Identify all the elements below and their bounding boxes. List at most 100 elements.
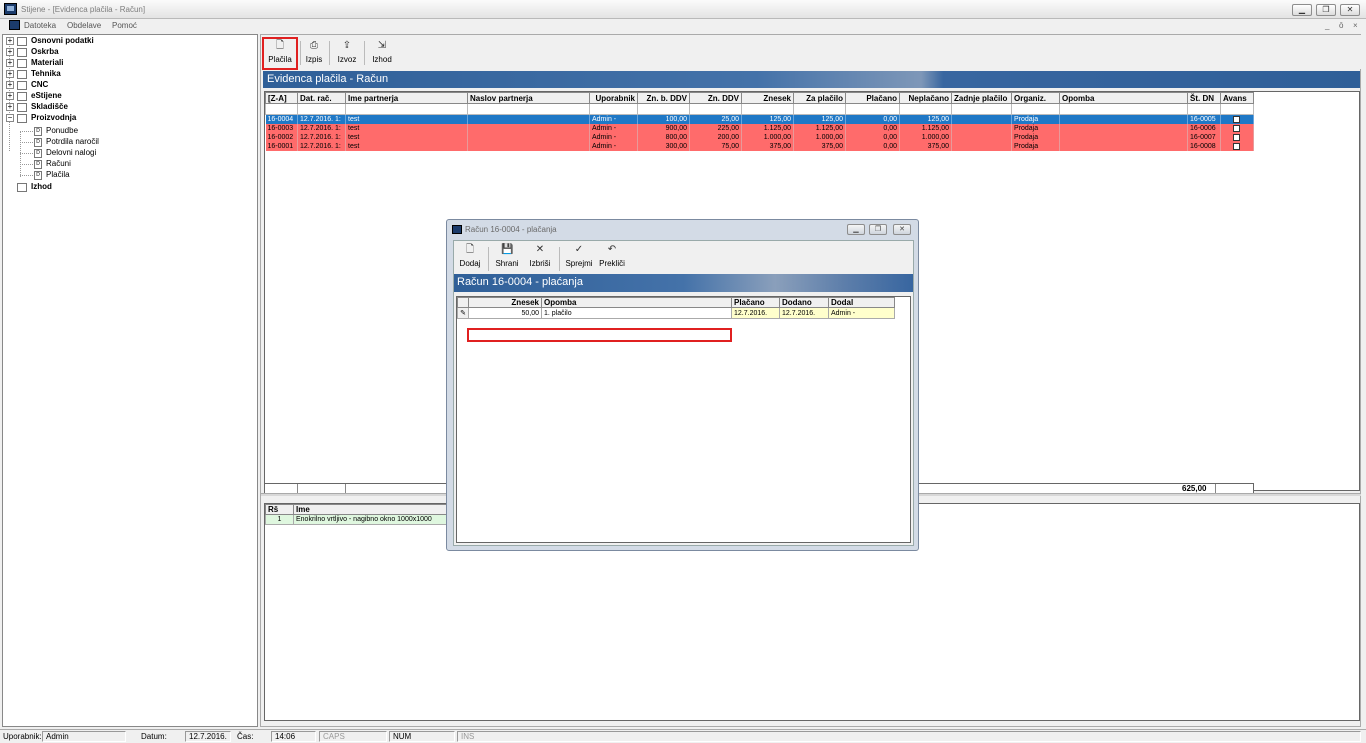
dialog-toolbar: 🗋 Dodaj 💾 Shrani ✕ Izbriši ✓ Sprejmi ↶ P… [454,241,913,273]
column-header[interactable]: Opomba [541,297,732,308]
znesek-cell[interactable]: 50,00 [468,307,542,319]
dialog-titlebar[interactable]: Račun 16-0004 - plačanja ▁ ❐ ✕ [447,220,918,239]
preklici-button[interactable]: ↶ Prekliči [596,242,628,272]
shrani-button[interactable]: 💾 Shrani [493,242,521,272]
filter-cell[interactable] [689,103,742,115]
filter-cell[interactable] [265,103,298,115]
document-icon: D [34,127,42,136]
menu-pomoc[interactable]: Pomoć [112,21,137,30]
filter-cell[interactable] [589,103,638,115]
dialog-minimize-button[interactable]: ▁ [847,224,865,235]
user-label: Uporabnik: [3,732,42,741]
sprejmi-button[interactable]: ✓ Sprejmi [563,242,595,272]
filter-cell[interactable] [1220,103,1254,115]
grid-header: [Z-A] Dat. rač. Ime partnerja Naslov par… [265,92,1254,104]
filter-cell[interactable] [637,103,690,115]
mdi-restore-button[interactable]: ō [1339,21,1343,30]
avans-checkbox[interactable] [1233,142,1240,150]
restore-button[interactable]: ❐ [1316,4,1336,16]
menu-obdelave[interactable]: Obdelave [67,21,101,30]
document-icon: D [34,171,42,180]
column-header[interactable]: Rš [265,504,294,515]
payment-row[interactable]: ✎ 50,00 1. plačilo 12.7.2016. 12.7.2016.… [457,307,895,319]
column-header[interactable]: Organiz. [1011,92,1060,104]
column-header[interactable]: Naslov partnerja [467,92,590,104]
filter-cell[interactable] [467,103,590,115]
filter-row[interactable] [265,103,1254,115]
column-header[interactable]: Opomba [1059,92,1188,104]
column-header[interactable]: Ime partnerja [345,92,468,104]
window-title: Stijene - [Evidenca plačila - Račun] [21,5,146,14]
filter-cell[interactable] [345,103,468,115]
placila-highlight [262,37,298,70]
expand-icon[interactable]: + [6,81,14,89]
column-header[interactable]: Št. DN [1187,92,1221,104]
filter-cell[interactable] [1187,103,1221,115]
document-icon: D [34,138,42,147]
edit-pencil-icon: ✎ [457,307,469,319]
column-header[interactable]: Neplačano [899,92,952,104]
table-row[interactable]: 16-0003 12.7.2016. 1: test Admin -900,00 … [265,124,1254,133]
table-row[interactable]: 16-0002 12.7.2016. 1: test Admin -800,00 … [265,133,1254,142]
column-header[interactable]: Plačano [845,92,900,104]
filter-cell[interactable] [297,103,346,115]
menu-datoteka[interactable]: Datoteka [24,21,56,30]
app-icon [452,225,462,234]
folder-icon [17,183,27,192]
minimize-button[interactable]: ▁ [1292,4,1312,16]
column-header[interactable]: Avans [1220,92,1254,104]
folder-icon [17,59,27,68]
column-header[interactable]: Dat. rač. [297,92,346,104]
avans-checkbox[interactable] [1233,124,1240,132]
avans-checkbox[interactable] [1233,133,1240,141]
dodaj-button[interactable]: 🗋 Dodaj [456,242,484,272]
expand-icon[interactable]: + [6,59,14,67]
filter-cell[interactable] [899,103,952,115]
expand-icon[interactable]: + [6,37,14,45]
payments-table: Znesek Opomba Plačano Dodano Dodal ✎ 50,… [457,297,895,319]
expand-icon[interactable]: + [6,70,14,78]
filter-cell[interactable] [793,103,846,115]
dialog-restore-button[interactable]: ❐ [869,224,887,235]
column-header[interactable]: [Z-A] [265,92,298,104]
column-header[interactable]: Dodano [779,297,829,308]
table-row[interactable]: 16-0004 12.7.2016. 1: test Admin -100,00 … [265,114,1254,124]
filter-cell[interactable] [1059,103,1188,115]
dialog-close-button[interactable]: ✕ [893,224,911,235]
column-header[interactable]: Zn. b. DDV [637,92,690,104]
filter-cell[interactable] [845,103,900,115]
column-header[interactable]: Za plačilo [793,92,846,104]
expand-icon[interactable]: + [6,48,14,56]
folder-icon [17,92,27,101]
avans-checkbox[interactable] [1233,115,1240,123]
document-icon: D [34,149,42,158]
column-header[interactable]: Znesek [741,92,794,104]
expand-icon[interactable]: + [6,103,14,111]
expand-icon[interactable]: + [6,92,14,100]
izpis-button[interactable]: ⎙ Izpis [303,38,325,68]
table-row[interactable]: 16-0001 12.7.2016. 1: test Admin -300,00 … [265,142,1254,151]
table-row[interactable]: 1 Enokrilno vrtljivo - nagibno okno 1000… [265,514,454,525]
time-value: 14:06 [271,731,316,742]
filter-cell[interactable] [951,103,1012,115]
column-header[interactable]: Uporabnik [589,92,638,104]
opomba-cell[interactable]: 1. plačilo [541,307,732,319]
izvoz-button[interactable]: ⇪ Izvoz [334,38,360,68]
mdi-close-button[interactable]: × [1353,21,1358,30]
filter-cell[interactable] [1011,103,1060,115]
column-header[interactable]: Znesek [468,297,542,308]
column-header[interactable]: Plačano [731,297,780,308]
izbrisi-button[interactable]: ✕ Izbriši [526,242,554,272]
mdi-minimize-button[interactable]: _ [1325,21,1329,30]
placano-cell[interactable]: 12.7.2016. [731,307,780,319]
column-header[interactable]: Zn. DDV [689,92,742,104]
column-header[interactable]: Ime [293,504,454,515]
page-title: Evidenca plačila - Račun [267,73,389,85]
izhod-button[interactable]: ⇲ Izhod [368,38,396,68]
collapse-icon[interactable]: − [6,114,14,122]
status-bar: Uporabnik: Admin Datum: 12.7.2016. Čas: … [0,729,1366,743]
column-header[interactable]: Dodal [828,297,895,308]
column-header[interactable]: Zadnje plačilo [951,92,1012,104]
close-button[interactable]: ✕ [1340,4,1360,16]
filter-cell[interactable] [741,103,794,115]
